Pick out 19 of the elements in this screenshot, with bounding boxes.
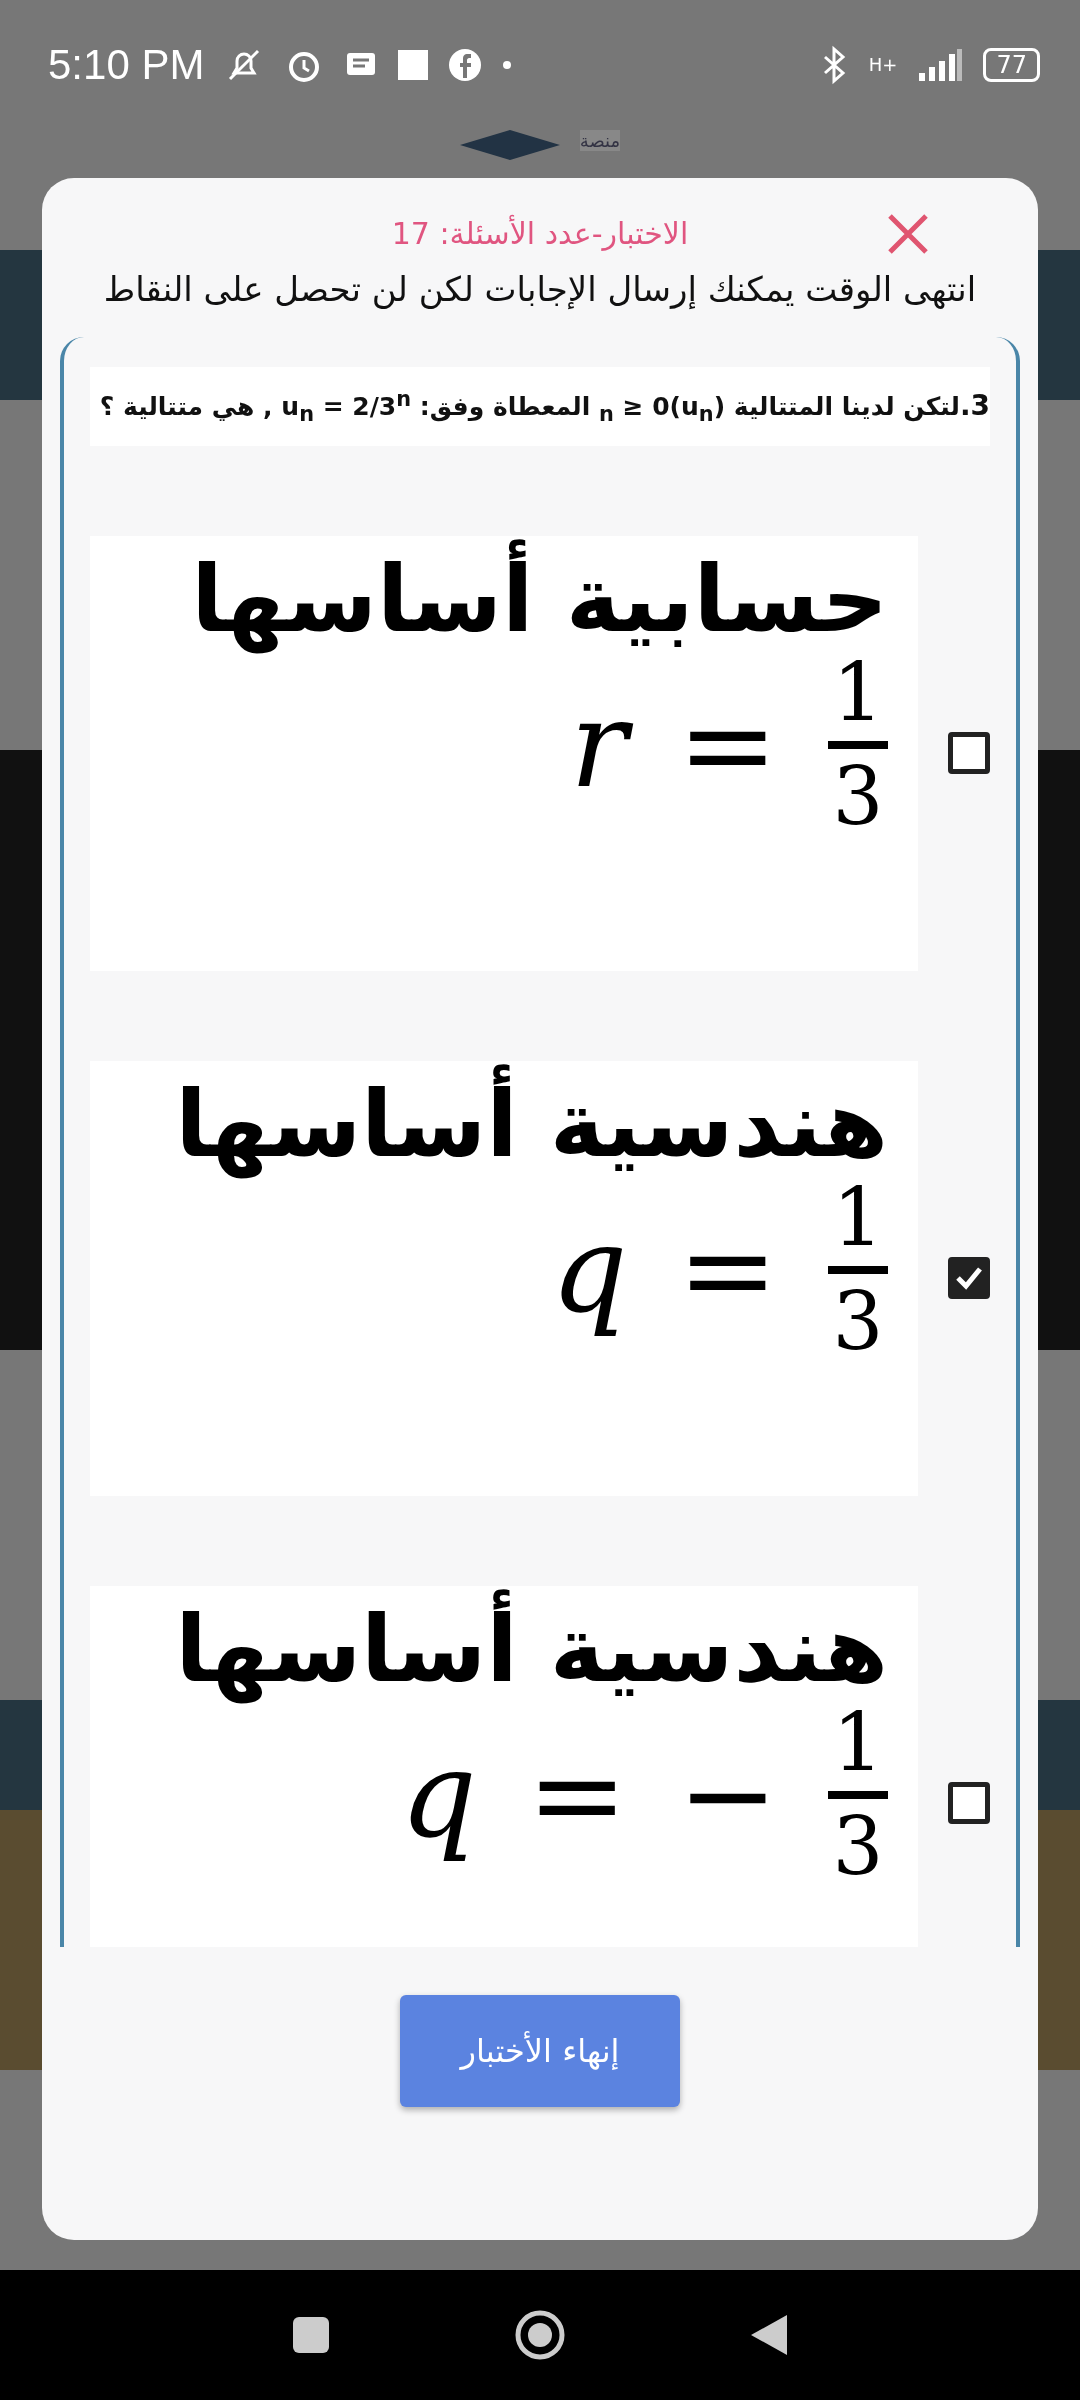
checkbox[interactable] — [948, 732, 990, 775]
checkbox[interactable] — [948, 1257, 990, 1300]
status-time: 5:10 PM — [48, 41, 205, 89]
battery-icon: 77 — [983, 48, 1040, 82]
square-icon — [398, 50, 429, 80]
home-icon[interactable] — [513, 2308, 567, 2362]
checkbox[interactable] — [948, 1782, 990, 1825]
dialog-title: الاختبار-عدد الأسئلة: 17 — [391, 216, 689, 251]
signal-icon — [917, 47, 964, 83]
network-type: H+ — [868, 56, 898, 74]
facebook-icon — [448, 48, 483, 82]
finish-quiz-button[interactable]: إنهاء الأختبار — [400, 1995, 680, 2107]
graduation-cap-icon — [459, 130, 560, 160]
logo-text: منصة — [579, 130, 621, 151]
close-button[interactable] — [886, 212, 930, 256]
recents-icon[interactable] — [291, 2315, 331, 2355]
dot-icon — [502, 60, 513, 70]
back-icon[interactable] — [749, 2313, 789, 2357]
timeout-message: انتهى الوقت يمكنك إرسال الإجابات لكن لن تحصل على النقاط — [102, 268, 978, 311]
